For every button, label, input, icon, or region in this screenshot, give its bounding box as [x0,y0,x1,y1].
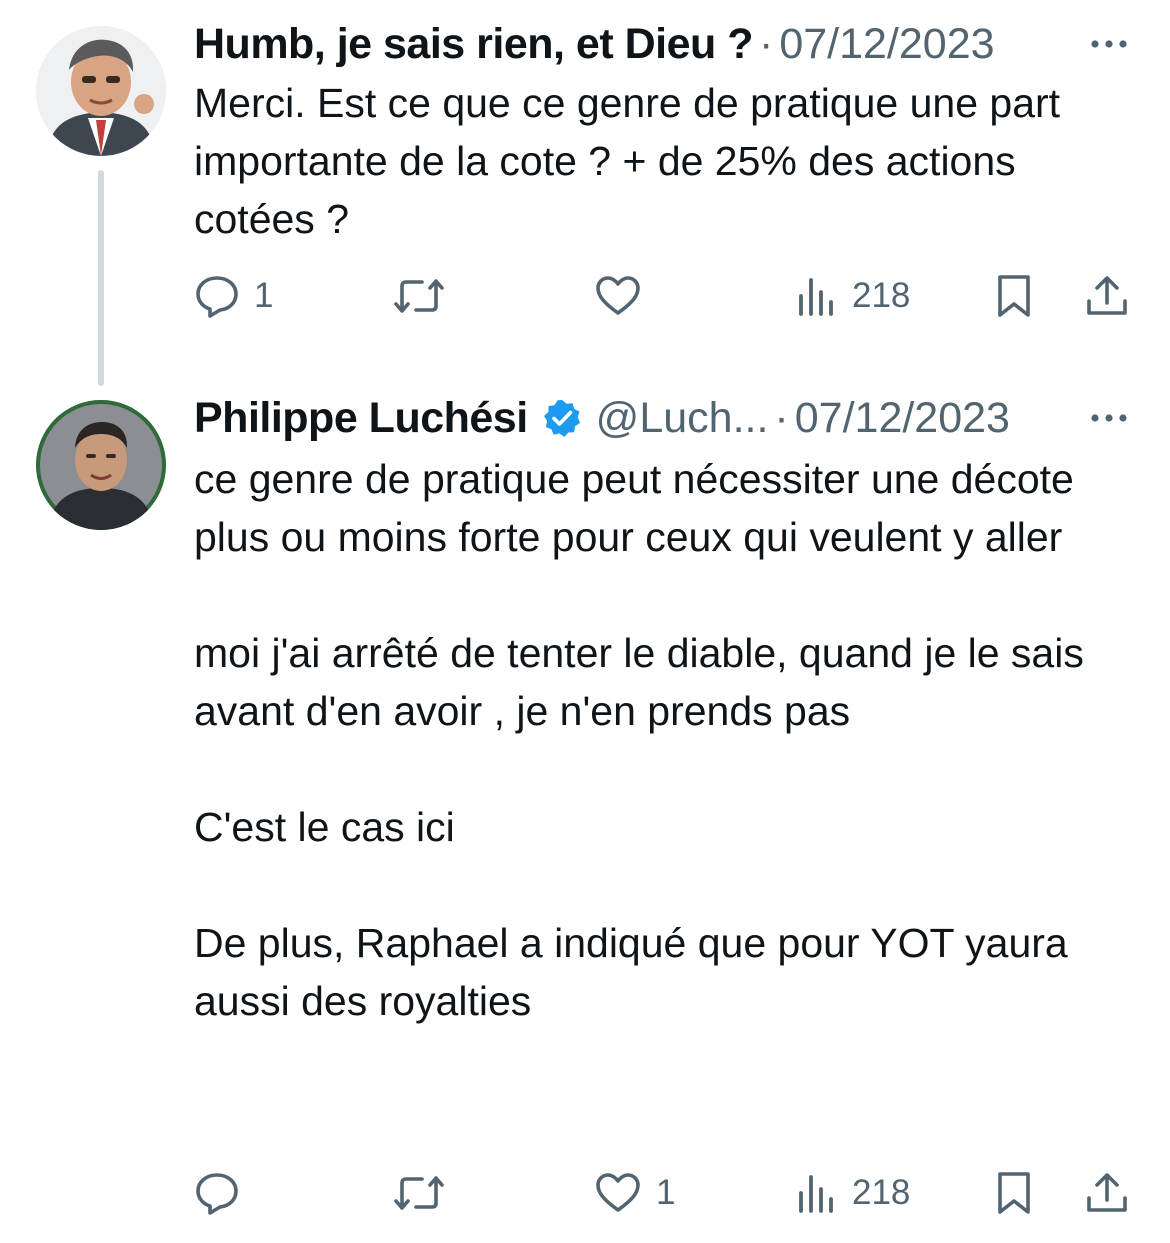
heart-icon [594,275,642,317]
verified-badge-icon [542,398,582,438]
tweet-date[interactable]: 07/12/2023 [795,394,1010,443]
retweet-button[interactable] [392,266,460,326]
author-name[interactable]: Humb, je sais rien, et Dieu ? [194,20,754,69]
tweet-actions: 1 218 [194,266,1134,326]
views-button[interactable]: 218 [796,1163,910,1223]
tweet[interactable]: Humb, je sais rien, et Dieu ? · 07/12/20… [0,0,1170,386]
tweet[interactable]: Philippe Luchési @Luch... · 07/12/2023 c… [0,380,1170,1243]
thread-connector [98,170,104,386]
reply-icon [194,274,240,318]
tweet-thread: Humb, je sais rien, et Dieu ? · 07/12/20… [0,0,1170,1243]
share-button[interactable] [1084,1163,1130,1223]
reply-button[interactable]: 1 [194,266,273,326]
more-icon[interactable] [1084,22,1134,66]
like-button[interactable]: 1 [594,1163,675,1223]
share-icon [1084,273,1130,319]
share-button[interactable] [1084,266,1130,326]
separator: · [759,19,774,68]
bookmark-icon [994,1170,1034,1216]
separator: · [774,393,789,442]
retweet-icon [392,1173,446,1213]
bookmark-icon [994,273,1034,319]
tweet-header: Humb, je sais rien, et Dieu ? · 07/12/20… [194,16,1134,72]
author-name[interactable]: Philippe Luchési [194,394,528,443]
share-icon [1084,1170,1130,1216]
reply-icon [194,1171,240,1215]
reply-button[interactable] [194,1163,254,1223]
like-count: 1 [656,1173,676,1212]
retweet-button[interactable] [392,1163,460,1223]
retweet-icon [392,276,446,316]
reply-count: 1 [254,276,274,315]
views-icon [796,276,838,316]
tweet-header: Philippe Luchési @Luch... · 07/12/2023 [194,390,1134,446]
avatar[interactable] [36,400,166,530]
like-button[interactable] [594,266,656,326]
more-icon[interactable] [1084,396,1134,440]
bookmark-button[interactable] [994,1163,1034,1223]
tweet-actions: 1 218 [194,1163,1134,1223]
author-handle[interactable]: @Luch... [596,394,769,443]
avatar[interactable] [36,26,166,156]
views-count: 218 [852,1173,911,1212]
views-icon [796,1173,838,1213]
bookmark-button[interactable] [994,266,1034,326]
heart-icon [594,1172,642,1214]
tweet-text: ce genre de pratique peut nécessiter une… [194,456,1084,1024]
tweet-date[interactable]: 07/12/2023 [779,20,994,69]
views-button[interactable]: 218 [796,266,910,326]
views-count: 218 [852,276,911,315]
tweet-text: Merci. Est ce que ce genre de pratique u… [194,80,1072,242]
